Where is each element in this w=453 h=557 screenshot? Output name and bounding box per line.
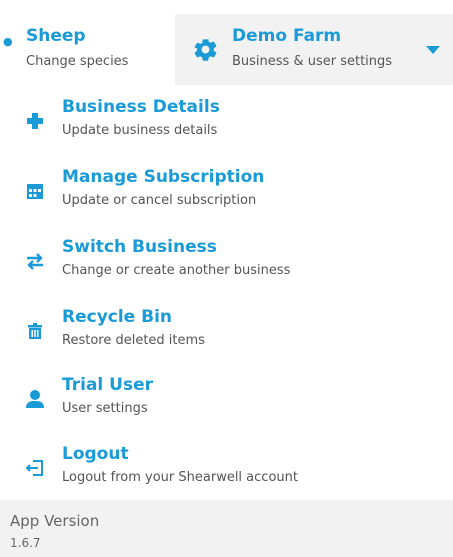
logout-icon [25,460,43,476]
species-subtitle: Change species [26,54,129,69]
menu-item-switch-business[interactable]: Switch Business Change or create another… [0,235,453,290]
swap-icon [27,253,43,270]
menu-item-label: Recycle Bin [62,307,173,327]
menu-item-logout[interactable]: Logout Logout from your Shearwell accoun… [0,442,453,497]
plus-icon [27,113,43,129]
menu-item-label: Logout [62,444,129,464]
calendar-icon [27,184,43,199]
menu-item-manage-subscription[interactable]: Manage Subscription Update or cancel sub… [0,165,453,220]
menu-item-label: Trial User [62,375,153,395]
menu-item-description: Logout from your Shearwell account [62,470,298,485]
business-title: Demo Farm [232,26,342,46]
business-switcher[interactable]: Demo Farm Business & user settings [175,14,453,85]
menu-item-label: Manage Subscription [62,167,265,187]
app-version-panel: App Version 1.6.7 [0,500,453,557]
user-icon [26,390,44,408]
menu-item-description: Change or create another business [62,263,291,278]
menu-item-description: Restore deleted items [62,333,205,348]
menu-item-label: Business Details [62,97,220,117]
app-version-label: App Version [10,512,100,530]
menu-item-label: Switch Business [62,237,217,257]
gear-icon [194,38,217,61]
menu-item-business-details[interactable]: Business Details Update business details [0,95,453,150]
top-bar: ● Sheep Change species Demo Farm Busines… [0,14,453,85]
menu-item-description: Update business details [62,123,218,138]
species-switcher[interactable]: ● Sheep Change species [0,14,175,85]
menu-item-recycle-bin[interactable]: Recycle Bin Restore deleted items [0,305,453,360]
menu-item-trial-user[interactable]: Trial User User settings [0,373,453,428]
species-indicator-icon: ● [3,35,13,48]
caret-down-icon[interactable] [426,46,440,54]
species-title: Sheep [26,26,86,46]
trash-icon [28,323,42,339]
menu-item-description: Update or cancel subscription [62,193,257,208]
business-subtitle: Business & user settings [232,54,393,69]
app-version-number: 1.6.7 [10,536,41,550]
menu-item-description: User settings [62,401,148,416]
